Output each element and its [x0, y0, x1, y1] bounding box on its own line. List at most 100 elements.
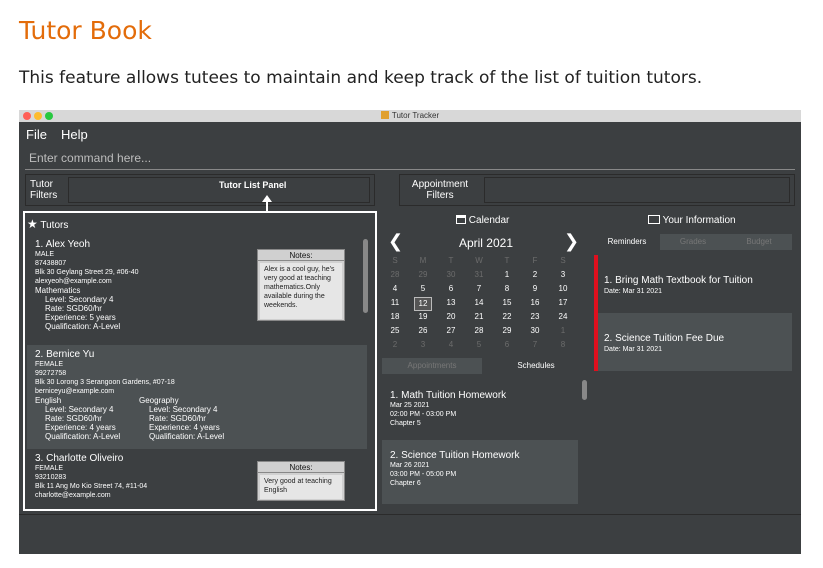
calendar-day[interactable]: 22: [498, 311, 516, 323]
calendar-day[interactable]: 8: [498, 283, 516, 295]
calendar-day[interactable]: 30: [442, 269, 460, 281]
calendar-day[interactable]: 12: [414, 297, 432, 311]
book-icon: [648, 215, 660, 224]
tutor-filters-panel: Tutor Filters: [25, 174, 375, 206]
calendar-day[interactable]: 25: [386, 325, 404, 337]
calendar-day[interactable]: 5: [414, 283, 432, 295]
reminder-item[interactable]: 1. Bring Math Textbook for Tuition Date:…: [594, 255, 792, 313]
calendar-weekday: W: [475, 256, 483, 265]
calendar-day[interactable]: 6: [498, 339, 516, 351]
calendar-day[interactable]: 31: [470, 269, 488, 281]
tutor-email: berniceyu@example.com: [35, 388, 115, 395]
calendar-day[interactable]: 21: [470, 311, 488, 323]
schedule-desc: Chapter 5: [390, 420, 421, 427]
calendar-day[interactable]: 30: [526, 325, 544, 337]
calendar-day[interactable]: 26: [414, 325, 432, 337]
appointment-filters-box[interactable]: [484, 177, 790, 203]
tutor-card[interactable]: 3. Charlotte Oliveiro FEMALE 93210283 Bl…: [27, 449, 367, 509]
calendar-day[interactable]: 17: [554, 297, 572, 309]
tutor-gender: FEMALE: [35, 465, 64, 472]
schedule-list-scrollbar[interactable]: [582, 380, 587, 400]
tab-appointments[interactable]: Appointments: [382, 358, 482, 374]
calendar-day[interactable]: 24: [554, 311, 572, 323]
calendar-day[interactable]: 23: [526, 311, 544, 323]
calendar-day[interactable]: 11: [386, 297, 404, 309]
calendar-day[interactable]: 3: [414, 339, 432, 351]
notes-text: Very good at teaching English: [260, 475, 342, 499]
calendar-day[interactable]: 20: [442, 311, 460, 323]
information-tabs: Reminders Grades Budget: [594, 234, 792, 250]
calendar-day[interactable]: 28: [386, 269, 404, 281]
calendar-day[interactable]: 19: [414, 311, 432, 323]
reminder-item[interactable]: 2. Science Tuition Fee Due Date: Mar 31 …: [594, 313, 792, 371]
calendar-day[interactable]: 7: [470, 283, 488, 295]
calendar-day[interactable]: 7: [526, 339, 544, 351]
tutor-gender: FEMALE: [35, 361, 64, 368]
calendar-day[interactable]: 10: [554, 283, 572, 295]
tutor-card[interactable]: 1. Alex Yeoh MALE 87438807 Blk 30 Geylan…: [27, 235, 367, 345]
schedule-item[interactable]: 2. Science Tuition Homework Mar 26 2021 …: [382, 440, 578, 504]
tutor-address: Blk 30 Lorong 3 Serangoon Gardens, #07-1…: [35, 379, 175, 386]
calendar-month-year: April 2021: [458, 236, 514, 250]
tutor-experience: Experience: 4 years: [149, 423, 220, 432]
tab-budget[interactable]: Budget: [726, 234, 792, 250]
annotation-arrow-shaft: [266, 201, 268, 211]
command-box[interactable]: Enter command here...: [25, 148, 795, 170]
star-icon: ★: [27, 217, 38, 231]
annotation-label: Tutor List Panel: [219, 180, 287, 190]
tutor-qualification: Qualification: A-Level: [45, 322, 121, 331]
calendar-day[interactable]: 6: [442, 283, 460, 295]
calendar-weekday: M: [419, 256, 427, 265]
calendar-weekday: T: [504, 256, 510, 265]
calendar-day[interactable]: 2: [386, 339, 404, 351]
tutor-name: 2. Bernice Yu: [35, 349, 95, 360]
schedule-time: 03:00 PM - 05:00 PM: [390, 471, 457, 478]
calendar-day[interactable]: 8: [554, 339, 572, 351]
calendar-day[interactable]: 1: [498, 269, 516, 281]
schedule-title: 1. Math Tuition Homework: [390, 390, 507, 401]
calendar-day[interactable]: 2: [526, 269, 544, 281]
calendar-day[interactable]: 13: [442, 297, 460, 309]
calendar-day[interactable]: 9: [526, 283, 544, 295]
menu-help[interactable]: Help: [61, 127, 88, 142]
appointment-filters-label-line1: Appointment: [411, 179, 469, 190]
app-logo-icon: [380, 111, 389, 119]
calendar-day[interactable]: 29: [498, 325, 516, 337]
reminder-title: 1. Bring Math Textbook for Tuition: [604, 275, 753, 286]
tutor-card[interactable]: 2. Bernice Yu FEMALE 99272758 Blk 30 Lor…: [27, 345, 367, 449]
calendar-day[interactable]: 18: [386, 311, 404, 323]
calendar-day[interactable]: 27: [442, 325, 460, 337]
tutor-phone: 87438807: [35, 260, 67, 267]
calendar-tabs: Appointments Schedules: [382, 358, 590, 374]
notes-header: Notes:: [258, 250, 344, 261]
tutor-subject: English: [35, 396, 62, 405]
calendar-day[interactable]: 5: [470, 339, 488, 351]
tutor-address: Blk 11 Ang Mo Kio Street 74, #11-04: [35, 483, 148, 490]
tutor-list-scrollbar[interactable]: [363, 239, 368, 313]
schedule-time: 02:00 PM - 03:00 PM: [390, 411, 457, 418]
calendar-day[interactable]: 14: [470, 297, 488, 309]
tab-reminders[interactable]: Reminders: [594, 234, 660, 250]
calendar-day[interactable]: 16: [526, 297, 544, 309]
calendar-day[interactable]: 28: [470, 325, 488, 337]
menu-file[interactable]: File: [26, 127, 47, 142]
tutor-email: alexyeoh@example.com: [35, 278, 112, 285]
tab-schedules[interactable]: Schedules: [482, 358, 590, 374]
calendar-weekday: T: [448, 256, 454, 265]
calendar-day[interactable]: 29: [414, 269, 432, 281]
command-input[interactable]: Enter command here...: [29, 151, 151, 165]
schedule-item[interactable]: 1. Math Tuition Homework Mar 25 2021 02:…: [382, 376, 578, 440]
notes-header: Notes:: [258, 462, 344, 473]
tutor-rate: Rate: SGD60/hr: [45, 414, 102, 423]
calendar-day[interactable]: 1: [554, 325, 572, 337]
tutor-experience: Experience: 4 years: [45, 423, 116, 432]
schedule-list: 1. Math Tuition Homework Mar 25 2021 02:…: [382, 376, 590, 509]
calendar-day[interactable]: 15: [498, 297, 516, 309]
tab-grades[interactable]: Grades: [660, 234, 726, 250]
calendar-day[interactable]: 4: [386, 283, 404, 295]
calendar-day[interactable]: 3: [554, 269, 572, 281]
calendar-day[interactable]: 4: [442, 339, 460, 351]
calendar-next-button[interactable]: ❯: [564, 231, 579, 252]
window-title: Tutor Tracker: [391, 111, 440, 120]
tutor-level: Level: Secondary 4: [45, 405, 114, 414]
